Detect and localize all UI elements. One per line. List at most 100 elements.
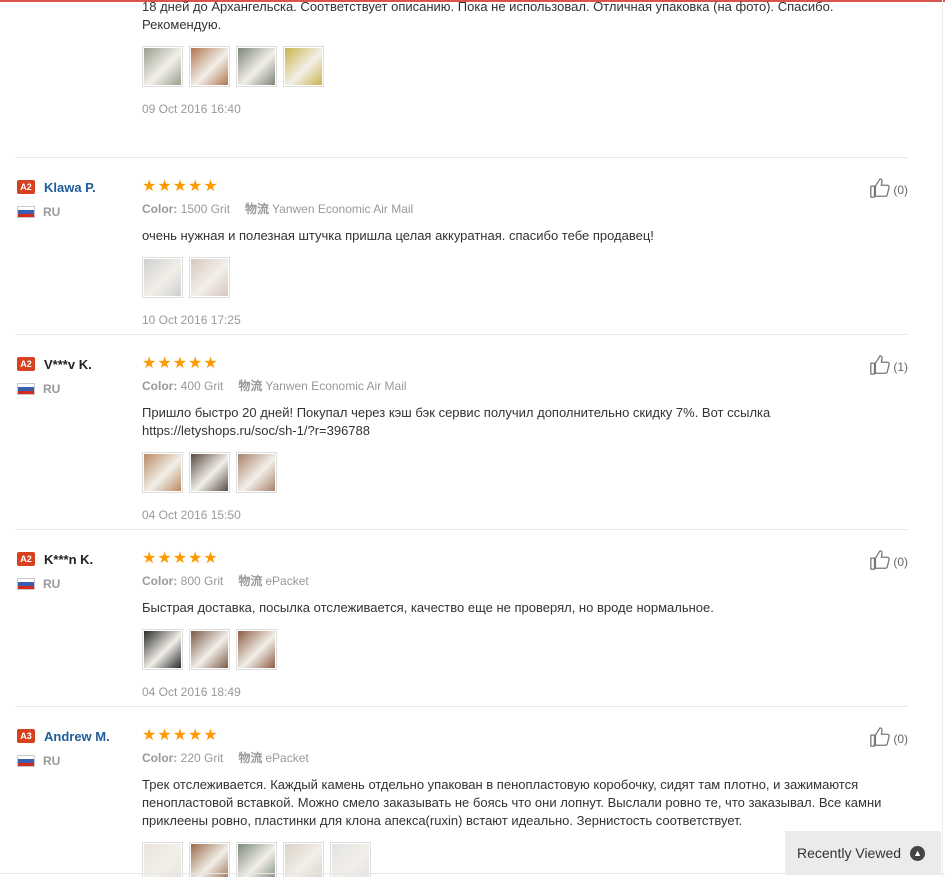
color-label: Color: <box>142 751 178 765</box>
order-meta: Color: 400 Grit 物流 Yanwen Economic Air Mai… <box>142 379 908 393</box>
photo-thumbnail[interactable] <box>189 842 230 877</box>
country-code: RU <box>43 205 61 219</box>
photo-image <box>144 259 181 296</box>
photo-thumbnail[interactable] <box>142 46 183 87</box>
review-text: 18 дней до Архангельска. Соответствует о… <box>142 0 834 32</box>
star-icon: ★ <box>142 355 157 372</box>
photo-image <box>238 631 275 668</box>
photo-thumbnail[interactable] <box>142 629 183 670</box>
star-icon: ★ <box>203 727 218 744</box>
helpful-count: (0) <box>893 182 908 197</box>
photo-thumbnail[interactable] <box>236 46 277 87</box>
star-icon: ★ <box>172 355 188 372</box>
photo-thumbnail[interactable] <box>236 629 277 670</box>
recently-viewed-label: Recently Viewed <box>797 845 902 861</box>
review-date: 09 Oct 2016 16:40 <box>142 102 241 116</box>
review-body: ★ ★ ★ ★ ★ Color: 400 Grit 物流 Yanwen Economic Ai… <box>142 335 908 522</box>
photo-thumbnail[interactable] <box>142 257 183 298</box>
order-meta: Color: 800 Grit 物流 ePacket <box>142 574 908 588</box>
photo-image <box>144 631 181 668</box>
country-row: RU <box>17 382 137 396</box>
star-icon: ★ <box>172 178 188 195</box>
shipping-label: 物流 <box>238 574 263 588</box>
star-icon: ★ <box>142 727 157 744</box>
country-row: RU <box>17 754 137 768</box>
photo-image <box>191 259 228 296</box>
russia-flag-icon <box>17 383 35 395</box>
helpful-button[interactable]: (0) <box>869 726 908 751</box>
photo-thumbnail[interactable] <box>189 257 230 298</box>
shipping-label: 物流 <box>238 379 263 393</box>
review-item: A2 V***v K. RU ★ ★ ★ ★ ★ Color: 400 Grit 物流 Yanwen… <box>15 335 908 530</box>
color-value: 220 Grit <box>180 751 224 765</box>
review-body: ★ ★ ★ ★ ★ Color: 1500 Grit 物流 Yanwen Economic A… <box>142 158 908 327</box>
photo-thumbnails <box>142 46 908 87</box>
photo-thumbnails <box>142 629 908 670</box>
helpful-button[interactable]: (0) <box>869 177 908 202</box>
reviewer-row: A2 V***v K. <box>17 356 137 372</box>
photo-thumbnails <box>142 257 908 298</box>
star-icon: ★ <box>157 178 172 195</box>
country-code: RU <box>43 577 61 591</box>
shipping-info: 物流 ePacket <box>238 574 308 588</box>
photo-thumbnail[interactable] <box>283 842 324 877</box>
helpful-button[interactable]: (0) <box>869 549 908 574</box>
reviewer-info: A2 Klawa P. RU <box>17 179 137 219</box>
reviewer-info: A2 K***n K. RU <box>17 551 137 591</box>
review-item: A2 K***n K. RU ★ ★ ★ ★ ★ Color: 800 Grit 物流 ePacke… <box>15 530 908 707</box>
country-row: RU <box>17 205 137 219</box>
star-icon: ★ <box>157 550 172 567</box>
star-icon: ★ <box>157 355 172 372</box>
review-item: RUColor: 400 Grit物流ePacket18 дней до Арх… <box>15 0 908 158</box>
reviewer-name[interactable]: V***v K. <box>44 357 92 372</box>
reviewer-row: A2 K***n K. <box>17 551 137 567</box>
star-icon: ★ <box>142 178 157 195</box>
color-label: Color: <box>142 379 178 393</box>
photo-thumbnail[interactable] <box>330 842 371 877</box>
review-date: 04 Oct 2016 15:50 <box>142 508 241 522</box>
thumbs-up-icon <box>869 549 893 574</box>
star-icon: ★ <box>203 178 218 195</box>
photo-thumbnail[interactable] <box>142 842 183 877</box>
review-item: A3 Andrew M. RU ★ ★ ★ ★ ★ Color: 220 Grit 物流 ePack… <box>15 707 908 877</box>
review-text: Пришло быстро 20 дней! Покупал через кэш… <box>142 405 771 438</box>
color-value: 400 Grit <box>180 379 224 393</box>
color-label: Color: <box>142 574 178 588</box>
color-value: 800 Grit <box>180 574 224 588</box>
photo-thumbnail[interactable] <box>189 629 230 670</box>
reviewer-name[interactable]: K***n K. <box>44 552 93 567</box>
color-value: 1500 Grit <box>180 202 231 216</box>
level-badge: A2 <box>17 180 35 194</box>
russia-flag-icon <box>17 755 35 767</box>
photo-thumbnail[interactable] <box>189 46 230 87</box>
level-badge: A2 <box>17 357 35 371</box>
reviewer-name[interactable]: Andrew M. <box>44 729 110 744</box>
review-text: Трек отслеживается. Каждый камень отдель… <box>142 777 882 828</box>
shipping-info: 物流 Yanwen Economic Air Mail <box>238 379 406 393</box>
star-icon: ★ <box>188 727 203 744</box>
country-code: RU <box>43 382 61 396</box>
photo-image <box>238 454 275 491</box>
shipping-value: ePacket <box>265 751 309 765</box>
star-icon: ★ <box>203 550 218 567</box>
photo-thumbnail[interactable] <box>236 842 277 877</box>
level-badge: A3 <box>17 729 35 743</box>
helpful-button[interactable]: (1) <box>869 354 908 379</box>
photo-thumbnail[interactable] <box>236 452 277 493</box>
shipping-value: Yanwen Economic Air Mail <box>265 379 407 393</box>
reviewer-name[interactable]: Klawa P. <box>44 180 96 195</box>
russia-flag-icon <box>17 206 35 218</box>
photo-image <box>191 48 228 85</box>
photo-thumbnail[interactable] <box>142 452 183 493</box>
star-icon: ★ <box>188 178 203 195</box>
helpful-count: (1) <box>893 359 908 374</box>
thumbs-up-icon <box>869 354 893 379</box>
color-label: Color: <box>142 202 178 216</box>
photo-thumbnail[interactable] <box>189 452 230 493</box>
order-meta: Color: 220 Grit 物流 ePacket <box>142 751 908 765</box>
review-body: Color: 400 Grit物流ePacket18 дней до Архан… <box>142 0 908 116</box>
russia-flag-icon <box>17 578 35 590</box>
star-rating: ★ ★ ★ ★ ★ <box>142 179 908 195</box>
photo-thumbnail[interactable] <box>283 46 324 87</box>
recently-viewed-button[interactable]: Recently Viewed ▲ <box>785 831 941 875</box>
